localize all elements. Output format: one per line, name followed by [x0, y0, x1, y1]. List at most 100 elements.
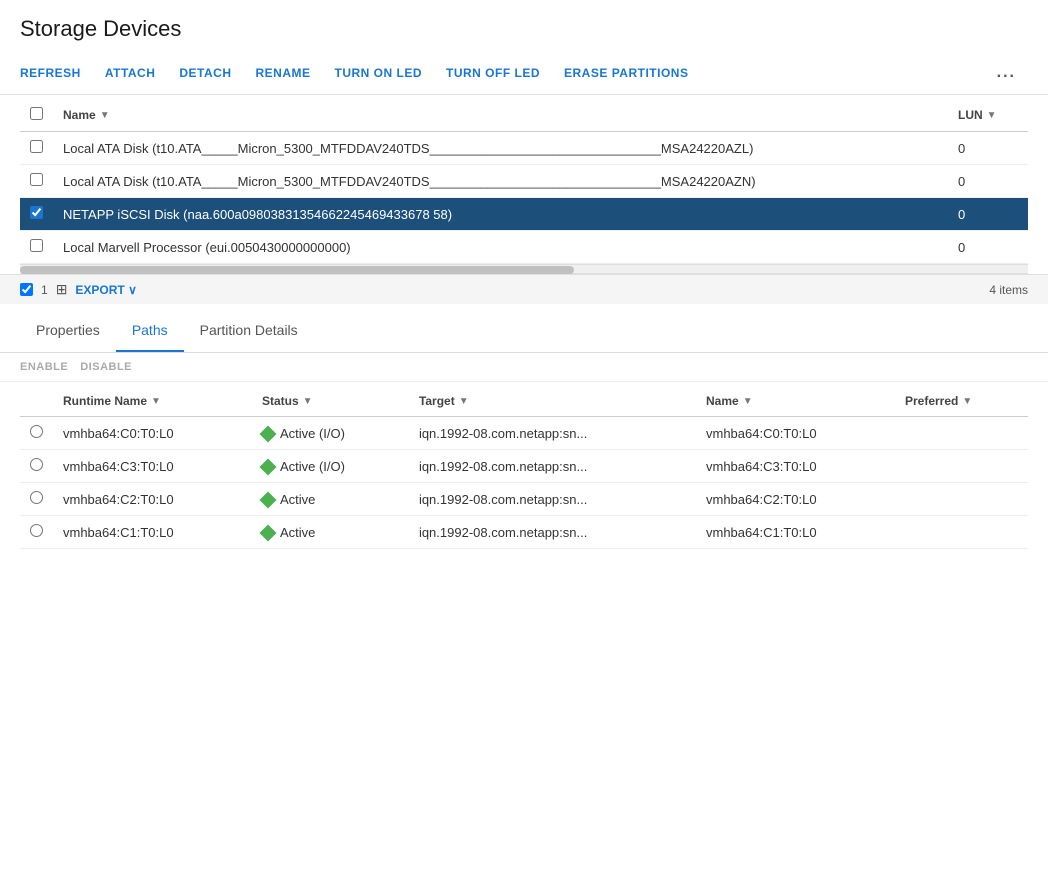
disable-button[interactable]: DISABLE: [80, 361, 132, 373]
device-name-cell: NETAPP iSCSI Disk (naa.600a0980383135466…: [53, 198, 948, 231]
runtime-name-filter-icon[interactable]: ▼: [151, 396, 161, 407]
device-name-cell: Local ATA Disk (t10.ATA_____Micron_5300_…: [53, 132, 948, 165]
table-row[interactable]: Local ATA Disk (t10.ATA_____Micron_5300_…: [20, 165, 1028, 198]
path-radio-cell: [20, 417, 53, 450]
runtime-name-cell: vmhba64:C0:T0:L0: [53, 417, 252, 450]
target-cell: iqn.1992-08.com.netapp:sn...: [409, 450, 696, 483]
row-checkbox[interactable]: [30, 173, 43, 186]
row-checkbox-cell: [20, 198, 53, 231]
refresh-button[interactable]: REFRESH: [20, 62, 93, 84]
bottom-bar: 1 ⊞ EXPORT ∨ 4 items: [0, 274, 1048, 304]
row-checkbox[interactable]: [30, 140, 43, 153]
tab-properties[interactable]: Properties: [20, 310, 116, 352]
path-radio-cell: [20, 483, 53, 516]
enable-button[interactable]: ENABLE: [20, 361, 68, 373]
path-name-cell: vmhba64:C0:T0:L0: [696, 417, 895, 450]
paths-table-row[interactable]: vmhba64:C2:T0:L0 Active iqn.1992-08.com.ne…: [20, 483, 1028, 516]
paths-table-row[interactable]: vmhba64:C3:T0:L0 Active (I/O) iqn.1992-08.…: [20, 450, 1028, 483]
status-text: Active (I/O): [280, 426, 345, 441]
path-radio[interactable]: [30, 425, 43, 438]
status-dot-icon: [259, 425, 276, 442]
status-dot-icon: [259, 491, 276, 508]
table-row[interactable]: Local ATA Disk (t10.ATA_____Micron_5300_…: [20, 132, 1028, 165]
status-cell: Active: [252, 516, 409, 549]
more-actions-button[interactable]: ...: [985, 60, 1028, 86]
name-column-header: Name ▼: [53, 99, 948, 132]
scrollbar-thumb: [20, 266, 574, 274]
target-cell: iqn.1992-08.com.netapp:sn...: [409, 516, 696, 549]
status-header: Status ▼: [252, 386, 409, 417]
lun-column-header: LUN ▼: [948, 99, 1028, 132]
path-radio-cell: [20, 516, 53, 549]
tab-partition-details[interactable]: Partition Details: [184, 310, 314, 352]
name-header: Name ▼: [696, 386, 895, 417]
target-filter-icon[interactable]: ▼: [459, 396, 469, 407]
table-row[interactable]: Local Marvell Processor (eui.00504300000…: [20, 231, 1028, 264]
lun-filter-icon[interactable]: ▼: [987, 110, 997, 121]
main-toolbar: REFRESH ATTACH DETACH RENAME TURN ON LED…: [0, 52, 1048, 95]
status-dot-icon: [259, 458, 276, 475]
item-count: 4 items: [989, 283, 1028, 297]
status-text: Active: [280, 492, 315, 507]
path-radio-cell: [20, 450, 53, 483]
paths-radio-header: [20, 386, 53, 417]
paths-table-row[interactable]: vmhba64:C1:T0:L0 Active iqn.1992-08.com.ne…: [20, 516, 1028, 549]
device-name-cell: Local ATA Disk (t10.ATA_____Micron_5300_…: [53, 165, 948, 198]
status-dot-icon: [259, 524, 276, 541]
paths-table-row[interactable]: vmhba64:C0:T0:L0 Active (I/O) iqn.1992-08.…: [20, 417, 1028, 450]
name-filter-icon[interactable]: ▼: [100, 110, 110, 121]
runtime-name-header: Runtime Name ▼: [53, 386, 252, 417]
lun-cell: 0: [948, 132, 1028, 165]
status-col-label: Status: [262, 394, 299, 408]
storage-devices-table: Name ▼ LUN ▼ Local ATA Disk (t10.ATA____…: [20, 99, 1028, 264]
path-name-cell: vmhba64:C1:T0:L0: [696, 516, 895, 549]
target-col-label: Target: [419, 394, 455, 408]
status-filter-icon[interactable]: ▼: [303, 396, 313, 407]
detail-toolbar: ENABLE DISABLE: [0, 353, 1048, 382]
detach-button[interactable]: DETACH: [167, 62, 243, 84]
row-checkbox[interactable]: [30, 239, 43, 252]
paths-table: Runtime Name ▼ Status ▼ Target ▼: [20, 386, 1028, 549]
export-button[interactable]: EXPORT ∨: [75, 283, 136, 297]
target-cell: iqn.1992-08.com.netapp:sn...: [409, 483, 696, 516]
path-radio[interactable]: [30, 458, 43, 471]
row-checkbox[interactable]: [30, 206, 43, 219]
lun-cell: 0: [948, 165, 1028, 198]
select-all-checkbox[interactable]: [30, 107, 43, 120]
runtime-name-cell: vmhba64:C2:T0:L0: [53, 483, 252, 516]
preferred-filter-icon[interactable]: ▼: [962, 396, 972, 407]
preferred-cell: [895, 450, 1028, 483]
table-row[interactable]: NETAPP iSCSI Disk (naa.600a0980383135466…: [20, 198, 1028, 231]
path-radio[interactable]: [30, 491, 43, 504]
path-radio[interactable]: [30, 524, 43, 537]
turn-off-led-button[interactable]: TURN OFF LED: [434, 62, 552, 84]
paths-name-col-label: Name: [706, 394, 739, 408]
runtime-name-col-label: Runtime Name: [63, 394, 147, 408]
runtime-name-cell: vmhba64:C1:T0:L0: [53, 516, 252, 549]
status-cell: Active: [252, 483, 409, 516]
status-text: Active (I/O): [280, 459, 345, 474]
attach-button[interactable]: ATTACH: [93, 62, 168, 84]
path-name-cell: vmhba64:C3:T0:L0: [696, 450, 895, 483]
erase-partitions-button[interactable]: ERASE PARTITIONS: [552, 62, 700, 84]
rename-button[interactable]: RENAME: [244, 62, 323, 84]
status-text: Active: [280, 525, 315, 540]
paths-name-filter-icon[interactable]: ▼: [743, 396, 753, 407]
preferred-header: Preferred ▼: [895, 386, 1028, 417]
tab-paths[interactable]: Paths: [116, 310, 184, 352]
lun-col-label: LUN: [958, 108, 983, 122]
turn-on-led-button[interactable]: TURN ON LED: [323, 62, 435, 84]
main-table-container: Name ▼ LUN ▼ Local ATA Disk (t10.ATA____…: [0, 95, 1048, 264]
name-col-label: Name: [63, 108, 96, 122]
preferred-cell: [895, 516, 1028, 549]
preferred-cell: [895, 483, 1028, 516]
target-cell: iqn.1992-08.com.netapp:sn...: [409, 417, 696, 450]
preferred-col-label: Preferred: [905, 394, 958, 408]
main-table-scrollbar[interactable]: [20, 264, 1028, 274]
selected-indicator-checkbox[interactable]: [20, 283, 33, 296]
row-checkbox-cell: [20, 132, 53, 165]
device-name-cell: Local Marvell Processor (eui.00504300000…: [53, 231, 948, 264]
columns-icon[interactable]: ⊞: [56, 281, 68, 298]
row-checkbox-cell: [20, 231, 53, 264]
target-header: Target ▼: [409, 386, 696, 417]
